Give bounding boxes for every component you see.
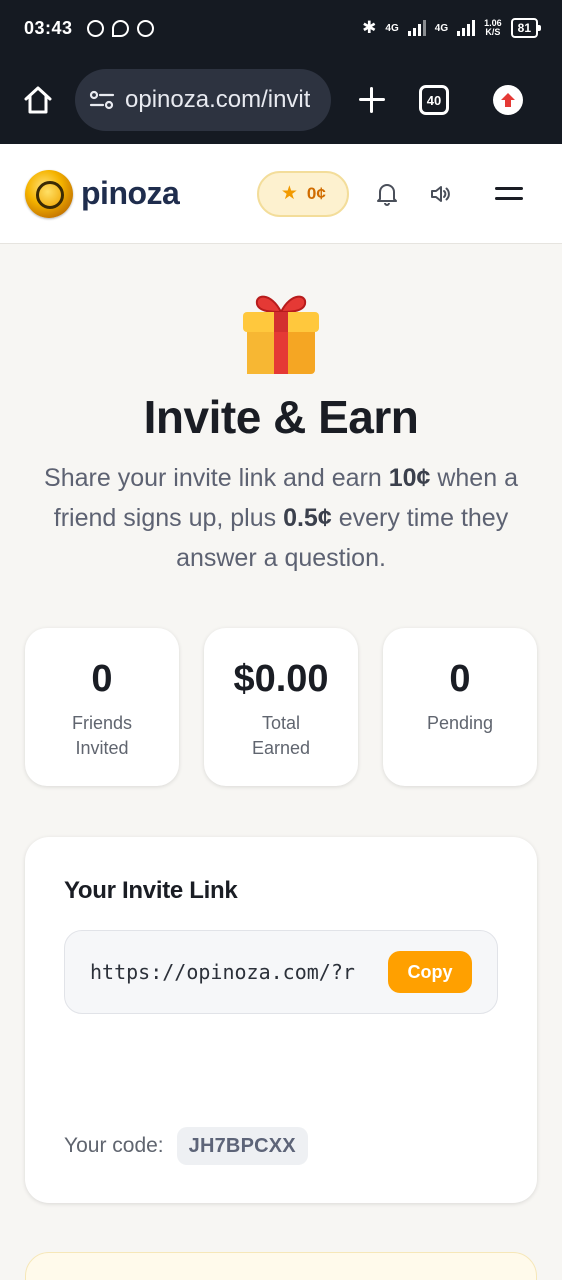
bell-icon <box>377 183 398 206</box>
sound-toggle-button[interactable] <box>425 178 457 210</box>
signal-icon-2 <box>457 20 476 36</box>
signup-reward-amount: 10¢ <box>388 464 431 492</box>
page-title: Invite & Earn <box>143 391 419 443</box>
site-header: pinoza ★ 0¢ <box>0 144 562 244</box>
points-value: 0¢ <box>306 183 326 203</box>
copy-button[interactable]: Copy <box>388 951 472 993</box>
stat-label-line: Invited <box>75 738 129 758</box>
brand-logo[interactable]: pinoza <box>25 169 180 218</box>
notifications-button[interactable] <box>371 178 403 210</box>
bluetooth-icon: ✱ <box>362 18 377 37</box>
network-type-2: 4G <box>434 22 449 34</box>
stat-label: Pending <box>383 711 537 736</box>
menu-line-icon <box>495 197 524 200</box>
speed-unit: K/S <box>485 27 501 37</box>
star-icon: ★ <box>280 183 298 204</box>
next-section-card <box>25 1252 537 1280</box>
stat-value: $0.00 <box>233 658 329 700</box>
answer-reward-amount: 0.5¢ <box>283 504 332 532</box>
new-tab-button[interactable] <box>355 83 389 117</box>
stat-label-line: Earned <box>251 738 311 758</box>
tab-switcher-button[interactable]: 40 <box>419 85 449 115</box>
invite-link-text[interactable]: https://opinoza.com/?r <box>90 960 380 984</box>
speaker-icon <box>431 185 451 202</box>
status-notification-icons <box>86 19 154 37</box>
facebook-notification-icon <box>136 19 154 37</box>
stat-label-line: Total <box>261 713 301 733</box>
home-button[interactable] <box>18 80 58 120</box>
invite-link-box: https://opinoza.com/?r Copy <box>64 930 498 1014</box>
update-button[interactable] <box>493 85 523 115</box>
url-text[interactable]: opinoza.com/invit <box>125 86 310 114</box>
site-settings-icon[interactable] <box>89 89 115 111</box>
invite-code-chip[interactable]: JH7BPCXX <box>176 1127 308 1165</box>
invite-card-title: Your Invite Link <box>64 877 238 904</box>
network-speed: 1.06 K/S <box>484 19 502 37</box>
stat-label-line: Pending <box>426 713 494 733</box>
address-bar[interactable]: opinoza.com/invit <box>75 69 331 131</box>
stat-card-pending: 0 Pending <box>383 628 537 786</box>
location-notification-icon <box>111 19 129 37</box>
stat-label: Total Earned <box>204 711 358 761</box>
home-icon <box>24 86 52 114</box>
stat-value: 0 <box>449 658 471 700</box>
subtitle-text-1: Share your invite link and earn <box>44 464 389 492</box>
status-right: ✱ 4G 4G 1.06 K/S 81 <box>362 18 542 38</box>
status-time: 03:43 <box>24 17 73 38</box>
points-balance-pill[interactable]: ★ 0¢ <box>257 170 350 217</box>
gift-icon <box>243 295 319 374</box>
battery-indicator: 81 <box>510 18 542 38</box>
page-subtitle: Share your invite link and earn 10¢ when… <box>30 458 532 578</box>
invite-link-card: Your Invite Link https://opinoza.com/?r … <box>25 837 537 1203</box>
stat-label: Friends Invited <box>25 711 179 761</box>
stat-value: 0 <box>91 658 113 700</box>
chatgpt-notification-icon <box>86 19 104 37</box>
status-bar: 03:43 ✱ 4G 4G 1.06 K/S 81 <box>0 0 562 56</box>
browser-toolbar: opinoza.com/invit 40 <box>0 56 562 144</box>
arrow-up-icon <box>501 93 515 107</box>
hamburger-menu-button[interactable] <box>495 178 524 210</box>
stat-card-total-earned: $0.00 Total Earned <box>204 628 358 786</box>
invite-code-row: Your code: JH7BPCXX <box>64 1127 308 1165</box>
invite-code-label: Your code: <box>64 1134 164 1157</box>
menu-line-icon <box>495 187 524 190</box>
stat-label-line: Friends <box>71 713 133 733</box>
network-type-1: 4G <box>385 22 399 34</box>
logo-mark-icon <box>25 169 73 218</box>
signal-icon-1 <box>407 20 426 36</box>
stat-card-friends-invited: 0 Friends Invited <box>25 628 179 786</box>
brand-name: pinoza <box>81 175 180 211</box>
